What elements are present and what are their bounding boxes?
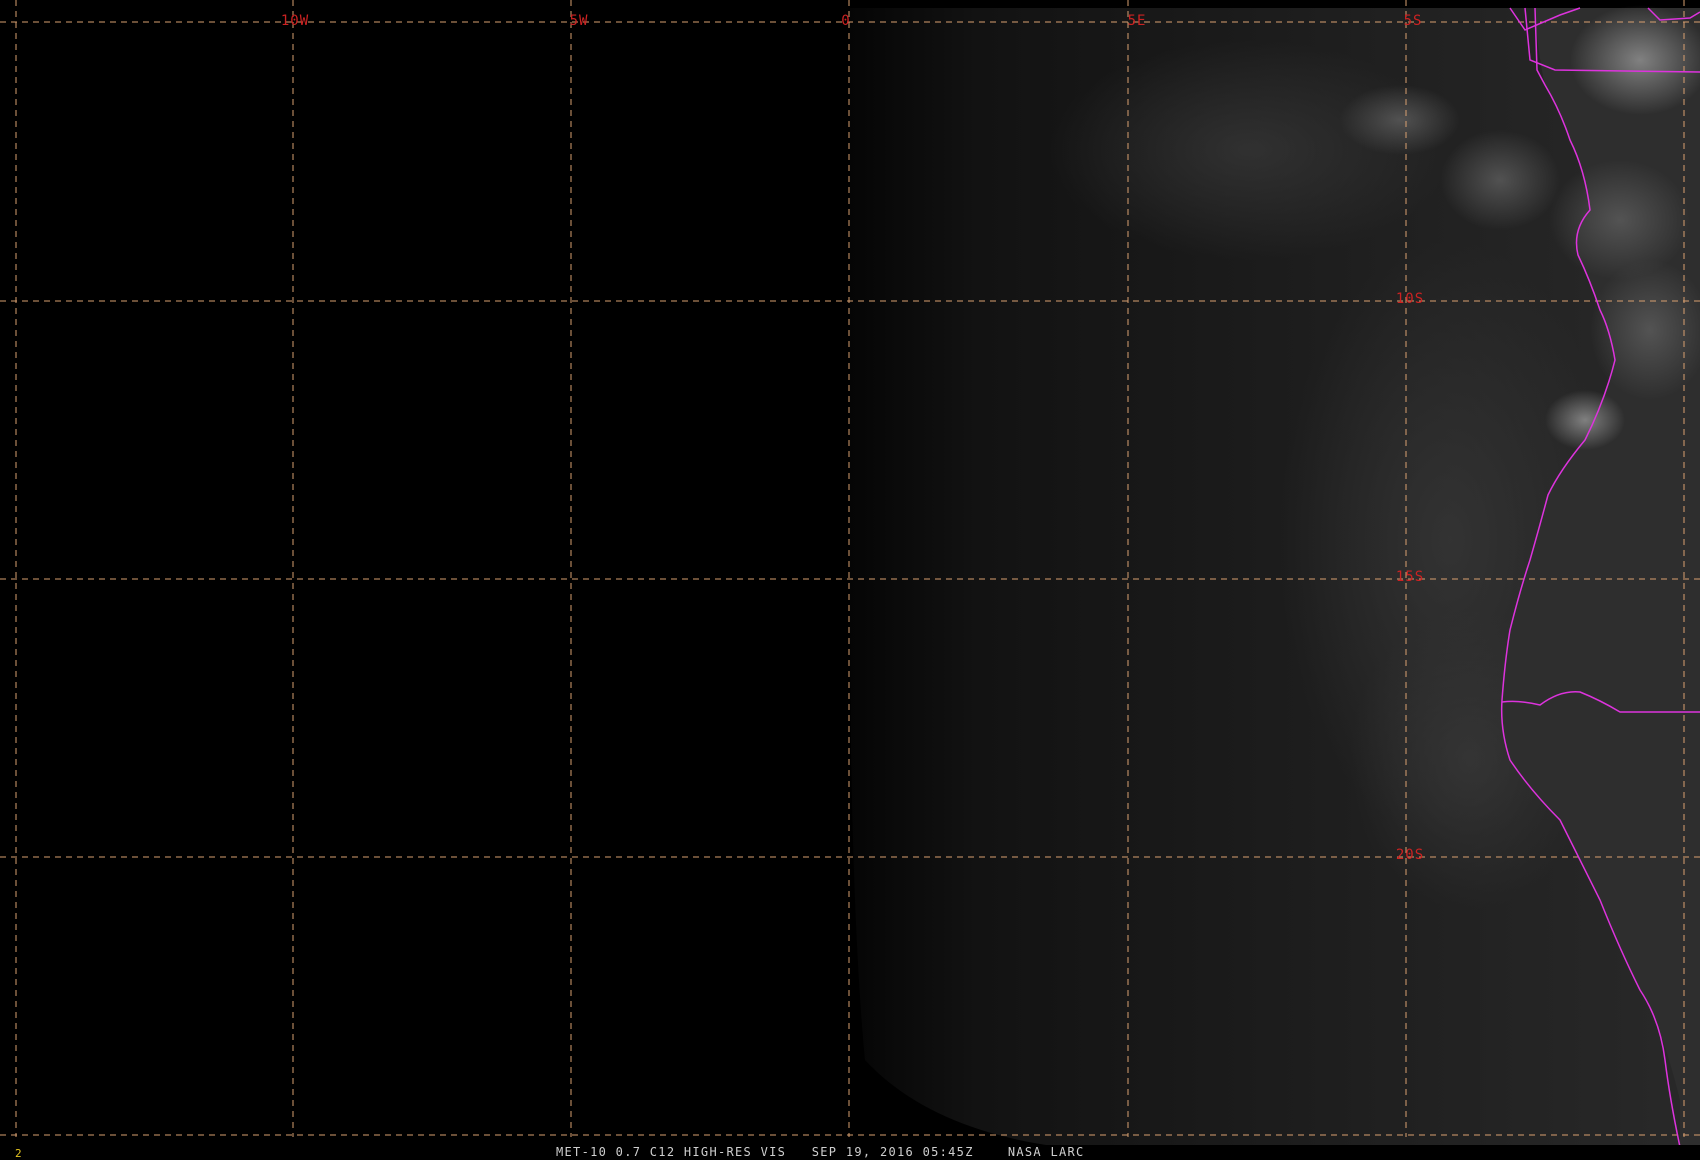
image-datetime: SEP 19, 2016 05:45Z xyxy=(811,1145,974,1159)
convective-cloud-2 xyxy=(1550,160,1690,280)
satellite-imagery xyxy=(0,0,1700,1147)
satellite-image-viewer: 10W 5W 0 5E 5S 10S 15S 20S 2 MET-10 0.7 … xyxy=(0,0,1700,1160)
night-region xyxy=(0,0,850,1147)
latitude-label-5s: 5S xyxy=(1403,13,1423,29)
image-source: NASA LARC xyxy=(1007,1145,1085,1159)
convective-cloud-5 xyxy=(1440,130,1560,230)
latitude-label-10s: 10S xyxy=(1395,291,1425,307)
latitude-label-15s: 15S xyxy=(1395,569,1425,585)
frame-number: 2 xyxy=(15,1147,22,1160)
longitude-label-0: 0 xyxy=(841,13,851,29)
convective-cloud-6 xyxy=(1340,85,1460,155)
status-bar: 2 MET-10 0.7 C12 HIGH-RES VIS SEP 19, 20… xyxy=(0,1145,1700,1160)
longitude-label-5e: 5E xyxy=(1127,13,1147,29)
image-caption: MET-10 0.7 C12 HIGH-RES VIS SEP 19, 2016… xyxy=(556,1145,1085,1160)
longitude-label-10w: 10W xyxy=(280,13,310,29)
latitude-label-20s: 20S xyxy=(1395,847,1425,863)
longitude-label-5w: 5W xyxy=(569,13,589,29)
satellite-channel: MET-10 0.7 C12 HIGH-RES VIS xyxy=(556,1145,787,1159)
